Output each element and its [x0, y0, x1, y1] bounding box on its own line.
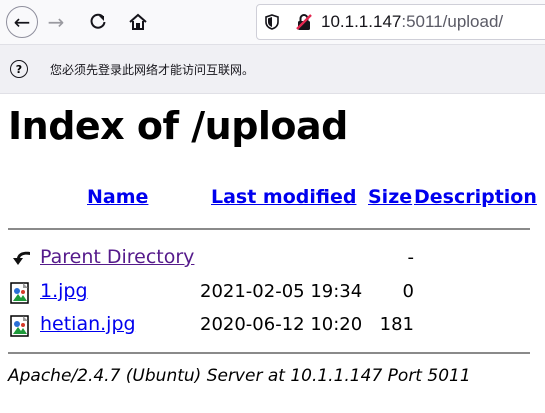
file-link-hetian-jpg[interactable]: hetian.jpg: [40, 313, 136, 335]
parent-directory-link[interactable]: Parent Directory: [40, 246, 194, 268]
file-size: -: [407, 247, 415, 268]
image-file-icon: [10, 315, 32, 337]
sort-by-size-link[interactable]: Size: [368, 186, 412, 208]
tracking-protection-shield-icon[interactable]: [265, 13, 281, 31]
file-size: 0: [402, 281, 414, 302]
home-button[interactable]: [122, 6, 154, 38]
sort-by-description-link[interactable]: Description: [414, 186, 537, 208]
back-arrow-icon: [10, 248, 32, 270]
page-title: Index of /upload: [8, 104, 348, 148]
help-icon: ?: [10, 60, 28, 78]
header-divider: [8, 228, 530, 230]
forward-button[interactable]: →: [40, 6, 72, 38]
insecure-connection-icon[interactable]: [295, 13, 313, 31]
file-date: 2021-02-05 19:34: [200, 281, 363, 302]
table-row: hetian.jpg 2020-06-12 10:20 181: [8, 313, 538, 337]
notice-text: 您必须先登录此网络才能访问互联网。: [50, 62, 255, 77]
sort-by-name-link[interactable]: Name: [87, 186, 148, 208]
table-row: Parent Directory -: [8, 246, 538, 270]
column-header-last-modified: Last modified: [211, 186, 356, 208]
file-date: 2020-06-12 10:20: [200, 314, 363, 335]
server-signature: Apache/2.4.7 (Ubuntu) Server at 10.1.1.1…: [8, 366, 471, 386]
home-icon: [129, 13, 147, 30]
file-link-1-jpg[interactable]: 1.jpg: [40, 280, 88, 302]
sort-by-last-modified-link[interactable]: Last modified: [211, 186, 356, 208]
back-arrow-icon: ←: [13, 10, 31, 34]
forward-arrow-icon: →: [47, 10, 65, 34]
column-header-description: Description: [414, 186, 537, 208]
url-path: :5011/upload/: [401, 12, 504, 31]
table-row: 1.jpg 2021-02-05 19:34 0: [8, 280, 538, 304]
browser-toolbar: ← → 10.1.1.147:5011/upload/: [0, 0, 545, 45]
footer-divider: [8, 352, 530, 354]
url-bar[interactable]: 10.1.1.147:5011/upload/: [256, 4, 545, 40]
back-button[interactable]: ←: [6, 6, 38, 38]
file-size: 181: [379, 314, 414, 335]
url-host: 10.1.1.147: [321, 12, 402, 31]
column-header-size: Size: [368, 186, 412, 208]
reload-button[interactable]: [82, 6, 114, 38]
url-text[interactable]: 10.1.1.147:5011/upload/: [321, 12, 503, 32]
captive-portal-notice: ? 您必须先登录此网络才能访问互联网。: [0, 45, 545, 94]
reload-icon: [90, 13, 106, 29]
image-file-icon: [10, 282, 32, 304]
column-header-name: Name: [87, 186, 148, 208]
